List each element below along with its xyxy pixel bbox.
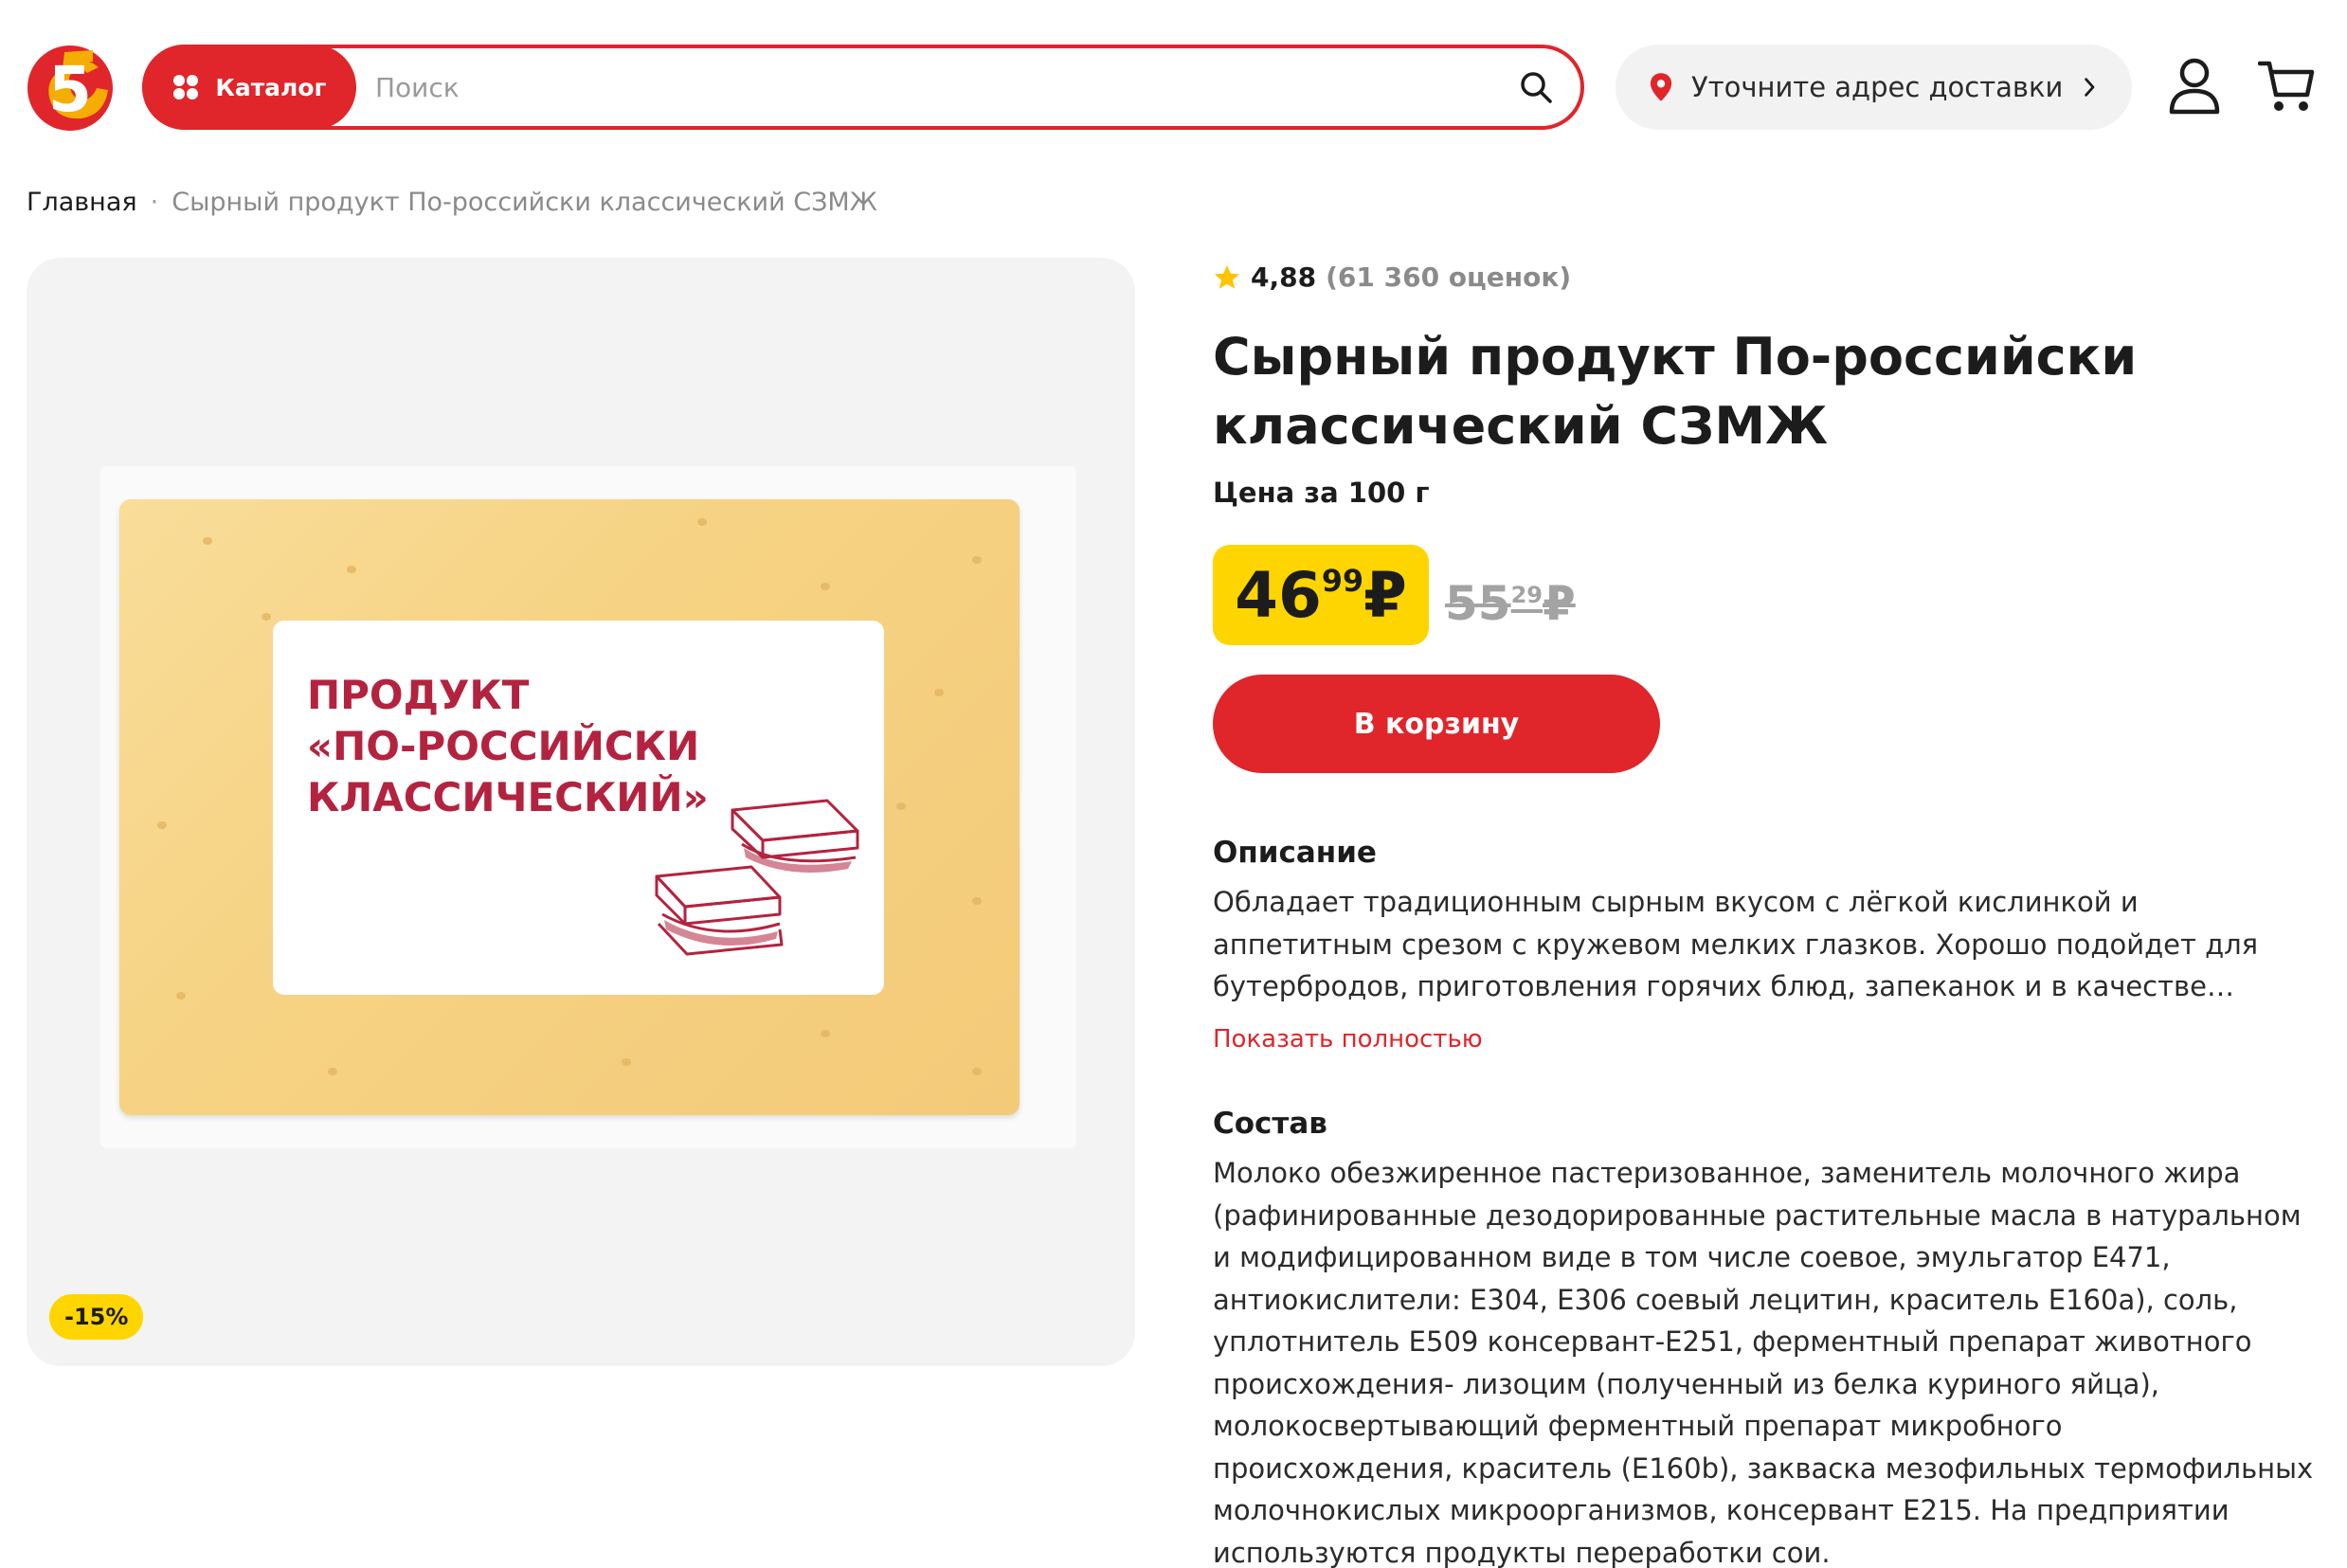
delivery-address-button[interactable]: Уточните адрес доставки [1616, 45, 2132, 130]
composition-line: происхождения- лизоцим (полученный из бе… [1213, 1367, 2159, 1400]
rating[interactable]: 4,88 (61 360 оценок) [1213, 261, 1571, 293]
composition-line: и модифицированном виде в том числе соев… [1213, 1241, 2171, 1273]
current-price-value: 4699₽ [1235, 558, 1407, 632]
address-label: Уточните адрес доставки [1691, 71, 2064, 103]
description-line: бутербродов, приготовления горячих блюд,… [1213, 970, 2234, 1002]
description-line: аппетитным срезом с кружевом мелких глаз… [1213, 928, 2259, 961]
composition-line: используются продукты переработки сои. [1213, 1536, 1831, 1568]
product-title-line: Сырный продукт По-российски [1213, 327, 2138, 387]
location-pin-icon [1650, 73, 1672, 101]
composition-line: Молоко обезжиренное пастеризованное, зам… [1213, 1157, 2241, 1189]
composition-line: антиокислители: Е304, Е306 соевый лецити… [1213, 1283, 2238, 1316]
composition-text: Молоко обезжиренное пастеризованное, зам… [1213, 1152, 2313, 1568]
catalog-label: Каталог [215, 73, 327, 101]
package-text-line: ПРОДУКТ [307, 672, 530, 718]
product-title: Сырный продукт По-российски классический… [1213, 322, 2160, 460]
package-text-line: «ПО-РОССИЙСКИ [307, 723, 700, 769]
chevron-right-icon [2085, 78, 2095, 97]
pyaterochka-logo-icon: 5 [27, 45, 113, 131]
cart-icon[interactable] [2258, 59, 2315, 114]
breadcrumb-home[interactable]: Главная [27, 188, 137, 217]
search-input[interactable] [375, 52, 1474, 122]
price-unit: Цена за 100 г [1213, 477, 1430, 509]
breadcrumb-current: Сырный продукт По-российски классический… [172, 188, 877, 217]
composition-line: (рафинированные дезодорированные растите… [1213, 1199, 2302, 1232]
rating-count: (61 360 оценок) [1326, 261, 1572, 293]
grid-dots-icon [173, 75, 199, 99]
description-line: Обладает традиционным сырным вкусом с лё… [1213, 886, 2139, 918]
description-text: Обладает традиционным сырным вкусом с лё… [1213, 881, 2258, 1008]
discount-badge: -15% [49, 1294, 144, 1340]
show-more-link[interactable]: Показать полностью [1213, 1025, 1483, 1054]
product-image[interactable]: ПРОДУКТ «ПО-РОССИЙСКИ КЛАССИЧЕСКИЙ» -15% [27, 258, 1135, 1366]
composition-line: молочнокислых микроорганизмов, консерван… [1213, 1494, 2230, 1526]
logo[interactable]: 5 [27, 45, 114, 132]
search-bar: Каталог [142, 45, 1584, 130]
breadcrumb-separator: · [150, 188, 159, 217]
current-price: 4699₽ [1213, 545, 1429, 645]
catalog-button[interactable]: Каталог [142, 45, 356, 130]
breadcrumb: Главная · Сырный продукт По-российски кл… [27, 188, 877, 217]
add-to-cart-button[interactable]: В корзину [1213, 675, 1660, 773]
description-heading: Описание [1213, 836, 1377, 870]
search-icon[interactable] [1518, 69, 1554, 105]
sandwich-illustration [655, 799, 859, 956]
product-title-line: классический СЗМЖ [1213, 396, 1829, 456]
composition-heading: Состав [1213, 1107, 1327, 1141]
star-icon [1215, 264, 1239, 289]
old-price: 5529₽ [1445, 576, 1576, 631]
rating-value: 4,88 [1251, 261, 1317, 293]
composition-line: молокосвертывающий ферментный препарат м… [1213, 1410, 2063, 1442]
svg-text:5: 5 [48, 53, 92, 126]
composition-line: происхождения, краситель (Е160b), заквас… [1213, 1451, 2314, 1485]
user-icon[interactable] [2168, 57, 2221, 116]
package-label: ПРОДУКТ «ПО-РОССИЙСКИ КЛАССИЧЕСКИЙ» [273, 621, 884, 995]
composition-line: уплотнитель Е509 консервант-Е251, фермен… [1213, 1325, 2252, 1358]
